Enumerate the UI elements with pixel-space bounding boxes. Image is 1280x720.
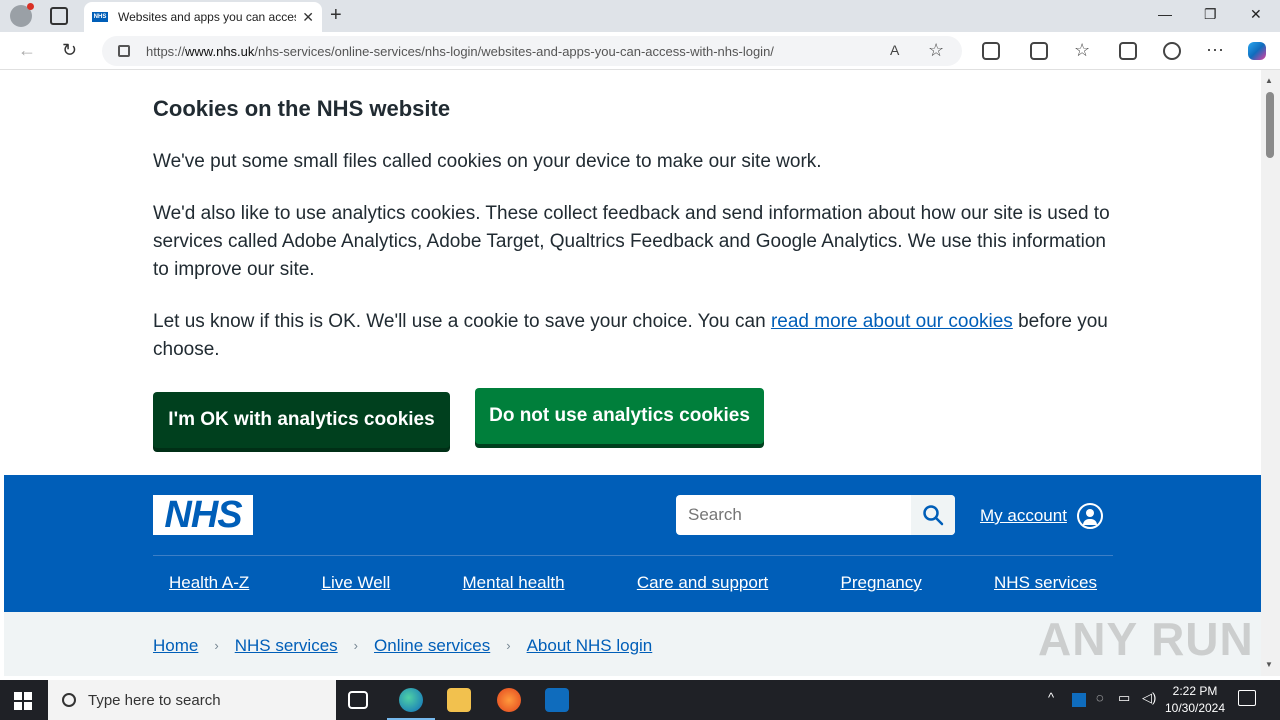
breadcrumb-nhs-services[interactable]: NHS services (235, 636, 338, 676)
nav-health-a-z[interactable]: Health A-Z (169, 573, 249, 593)
outlook-tray-icon[interactable] (1072, 693, 1086, 707)
read-more-cookies-link[interactable]: read more about our cookies (771, 311, 1013, 332)
chevron-right-icon: › (353, 638, 359, 653)
cookie-banner-title: Cookies on the NHS website (153, 96, 451, 121)
close-icon[interactable]: ✕ (302, 9, 314, 26)
read-aloud-icon[interactable]: A (890, 42, 899, 58)
profile-icon[interactable] (10, 3, 34, 27)
search-box (676, 495, 955, 535)
my-account-link[interactable]: My account (980, 503, 1103, 529)
scroll-up-icon[interactable]: ▲ (1265, 76, 1273, 85)
task-view-icon[interactable] (348, 691, 368, 709)
nav-mental-health[interactable]: Mental health (463, 573, 565, 593)
page-scrollbar[interactable]: ▲ ▼ (1261, 70, 1280, 676)
extensions-icon[interactable] (982, 42, 1000, 60)
search-input[interactable] (676, 495, 911, 535)
collections-icon[interactable] (1119, 42, 1137, 60)
back-icon[interactable]: ← (18, 40, 36, 61)
window-close-icon[interactable]: ✕ (1250, 6, 1262, 23)
address-bar[interactable]: https://www.nhs.uk/nhs-services/online-s… (102, 36, 962, 66)
cookie-banner: Cookies on the NHS website We've put som… (4, 70, 1124, 468)
nav-pregnancy[interactable]: Pregnancy (840, 573, 921, 593)
cookie-para-1: We've put some small files called cookie… (153, 151, 822, 172)
favorites-icon[interactable]: ☆ (1074, 40, 1090, 61)
maximize-icon[interactable]: ❐ (1204, 6, 1217, 23)
breadcrumb-online-services[interactable]: Online services (374, 636, 490, 676)
taskbar-search-placeholder: Type here to search (88, 691, 221, 709)
copilot-icon[interactable] (1248, 42, 1266, 60)
windows-start-icon[interactable] (14, 692, 32, 710)
search-icon (62, 693, 76, 707)
taskbar-search[interactable]: Type here to search (48, 680, 336, 720)
lock-icon[interactable] (118, 45, 130, 57)
browser-essentials-icon[interactable] (1163, 42, 1181, 60)
accept-analytics-cookies-button[interactable]: I'm OK with analytics cookies (153, 392, 450, 448)
cookie-para-3: Let us know if this is OK. We'll use a c… (153, 308, 1123, 364)
url-host: www.nhs.uk (185, 43, 255, 59)
cookie-buttons: I'm OK with analytics cookies Do not use… (153, 388, 1124, 468)
tray-chevron-icon[interactable]: ^ (1048, 690, 1054, 705)
nav-care-and-support[interactable]: Care and support (637, 573, 768, 593)
edge-icon[interactable] (387, 688, 435, 720)
breadcrumb-about-nhs-login[interactable]: About NHS login (527, 636, 653, 676)
taskbar-clock[interactable]: 2:22 PM 10/30/2024 (1160, 683, 1230, 717)
network-icon[interactable]: ▭ (1118, 690, 1130, 706)
search-button[interactable] (911, 495, 955, 535)
chevron-right-icon: › (506, 638, 511, 653)
browser-tab[interactable]: NHS Websites and apps you can access wit… (84, 2, 322, 32)
more-icon[interactable]: ⋯ (1206, 40, 1224, 61)
chevron-right-icon: › (214, 638, 219, 653)
breadcrumb-home[interactable]: Home (153, 636, 198, 676)
main-nav: Health A-Z Live Well Mental health Care … (153, 573, 1113, 593)
firefox-icon[interactable] (497, 688, 521, 712)
tab-title: Websites and apps you can access with NH… (118, 10, 296, 24)
scroll-thumb[interactable] (1266, 92, 1274, 158)
account-icon (1076, 503, 1103, 529)
cookie-para-3-start: Let us know if this is OK. We'll use a c… (153, 311, 771, 332)
notification-icon[interactable] (1238, 690, 1256, 706)
nav-live-well[interactable]: Live Well (322, 573, 391, 593)
nhs-favicon-icon: NHS (92, 12, 108, 22)
favorite-icon[interactable]: ☆ (928, 40, 944, 61)
reject-analytics-cookies-button[interactable]: Do not use analytics cookies (475, 388, 764, 444)
clock-date: 10/30/2024 (1164, 701, 1226, 715)
header-divider (153, 555, 1113, 556)
page-content: Cookies on the NHS website We've put som… (4, 70, 1261, 676)
url-prefix: https:// (146, 43, 186, 59)
browser-tab-bar: NHS Websites and apps you can access wit… (0, 0, 1280, 32)
split-screen-icon[interactable] (1030, 42, 1048, 60)
nav-nhs-services[interactable]: NHS services (994, 573, 1097, 593)
clock-time: 2:22 PM (1172, 684, 1218, 698)
taskbar: Type here to search ^ ◌ ▭ ◁) 2:22 PM 10/… (0, 680, 1280, 720)
outlook-icon[interactable] (545, 688, 569, 712)
address-toolbar: ← ↻ https://www.nhs.uk/nhs-services/onli… (0, 32, 1280, 70)
new-tab-icon[interactable]: + (330, 4, 342, 27)
my-account-label: My account (980, 506, 1067, 525)
volume-icon[interactable]: ◁) (1142, 690, 1156, 706)
cookie-para-2: We'd also like to use analytics cookies.… (153, 203, 1110, 280)
nhs-header: NHS My account Health A-Z Live Well Ment… (4, 475, 1261, 612)
minimize-icon[interactable]: — (1158, 6, 1172, 22)
file-explorer-icon[interactable] (447, 688, 471, 712)
refresh-icon[interactable]: ↻ (62, 40, 77, 61)
search-icon (923, 505, 944, 526)
anyrun-watermark: ANY RUN (1038, 613, 1254, 665)
sync-icon[interactable]: ◌ (1096, 690, 1104, 705)
url-path: /nhs-services/online-services/nhs-login/… (254, 43, 774, 59)
nhs-logo[interactable]: NHS (153, 495, 253, 535)
tab-actions-icon[interactable] (50, 7, 68, 25)
scroll-down-icon[interactable]: ▼ (1265, 660, 1273, 669)
